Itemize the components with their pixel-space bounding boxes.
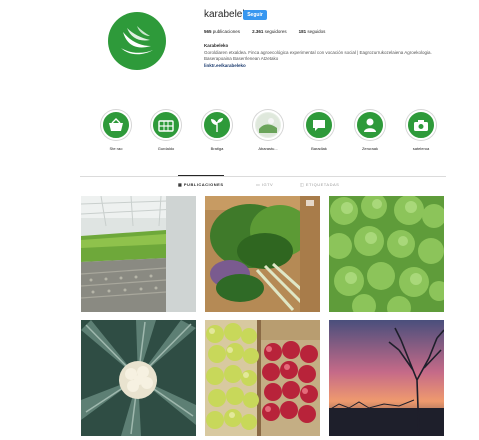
tabs-divider (80, 176, 446, 177)
highlight-label: Ste rao (109, 146, 123, 151)
stat-following[interactable]: 181 seguidos (299, 29, 326, 34)
stat-followers-label: seguidores (264, 29, 287, 34)
person-icon (355, 110, 385, 140)
highlight-item[interactable]: Bratiga (197, 110, 237, 151)
profile-tabs: ▦ PUBLICACIONES ▭ IGTV ◫ ETIQUETADAS (80, 175, 446, 190)
stat-posts-label: publicaciones (212, 29, 241, 34)
stat-followers[interactable]: 2.361 seguidores (252, 29, 287, 34)
highlight-item[interactable]: Baradiak (299, 110, 339, 151)
profile-avatar[interactable] (108, 12, 166, 70)
karabeleko-logo-icon (121, 26, 153, 55)
post-apples[interactable] (205, 320, 320, 436)
plant-icon (202, 110, 232, 140)
highlight-item[interactable]: Ste rao (96, 110, 136, 151)
highlight-item[interactable]: Abarastu... (248, 110, 288, 151)
profile-bio: Karabeleko Goroldiaren etxaldea. Finca a… (204, 43, 434, 69)
post-vegetable-crate[interactable] (205, 196, 320, 312)
highlight-label: sateleroa (412, 146, 430, 151)
basket-icon (101, 110, 131, 140)
photo-icon (253, 110, 283, 140)
stat-followers-count: 2.361 (252, 29, 264, 34)
highlight-label: Baradiak (311, 146, 327, 151)
stat-following-count: 181 (298, 29, 307, 34)
stat-following-label: seguidos (307, 29, 326, 34)
story-highlights: Ste rao Gurdaldo Bratiga Abarastu... Bar… (96, 110, 448, 156)
highlight-item[interactable]: sateleroa (401, 110, 441, 151)
tab-tagged-label: ETIQUETADAS (305, 182, 340, 187)
crate-icon (151, 110, 181, 140)
post-lettuce-field[interactable] (329, 196, 444, 312)
bio-link[interactable]: linktr.ee/karabeleko (204, 63, 434, 70)
highlight-label: Bratiga (210, 146, 224, 151)
post-greenhouse-seedlings[interactable] (81, 196, 196, 312)
highlight-item[interactable]: Zeruraak (350, 110, 390, 151)
follow-button[interactable]: Seguir (243, 10, 267, 20)
stat-posts-count: 565 (204, 29, 212, 34)
highlight-label: Abarastu... (258, 146, 278, 151)
bio-text: Goroldiaren etxaldea. Finca agroecológic… (204, 49, 432, 62)
tab-posts[interactable]: ▦ PUBLICACIONES (178, 175, 224, 187)
post-sunset-trees[interactable] (329, 320, 444, 436)
tab-posts-label: PUBLICACIONES (183, 182, 224, 187)
chat-icon (304, 110, 334, 140)
camera-icon (406, 110, 436, 140)
tab-igtv[interactable]: ▭ IGTV (256, 182, 273, 187)
tab-igtv-label: IGTV (261, 182, 274, 187)
tab-tagged[interactable]: ◫ ETIQUETADAS (300, 182, 339, 187)
posts-grid (81, 196, 444, 436)
highlight-label: Gurdaldo (157, 146, 175, 151)
profile-stats: 565 publicaciones 2.361 seguidores 181 s… (204, 29, 325, 34)
post-cauliflower[interactable] (81, 320, 196, 436)
highlight-item[interactable]: Gurdaldo (146, 110, 186, 151)
stat-posts[interactable]: 565 publicaciones (204, 29, 240, 34)
highlight-label: Zeruraak (361, 146, 378, 151)
